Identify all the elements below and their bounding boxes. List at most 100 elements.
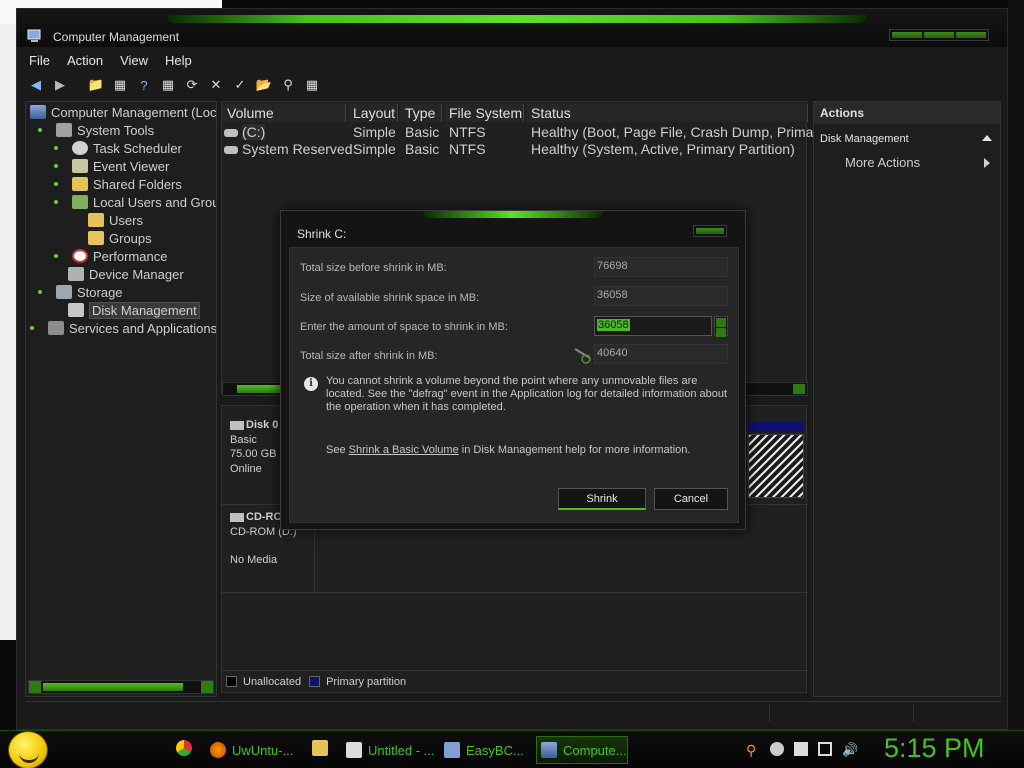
total-after-field: 40640 <box>594 344 728 364</box>
actions-header: Actions <box>814 102 1000 124</box>
table-row[interactable]: (C:) Simple Basic NTFS Healthy (Boot, Pa… <box>222 124 825 141</box>
menu-action[interactable]: Action <box>67 53 103 68</box>
column-header-status[interactable]: Status <box>526 104 808 122</box>
show-hide-tree-icon[interactable]: ▦ <box>111 76 129 94</box>
computer-management-icon <box>541 742 557 758</box>
properties-icon[interactable]: ▦ <box>159 76 177 94</box>
close-button[interactable] <box>956 32 986 38</box>
messenger-icon[interactable] <box>770 742 784 756</box>
tree-item-storage[interactable]: Storage <box>38 283 123 301</box>
dialog-close-button[interactable] <box>693 225 727 237</box>
settings-icon[interactable]: ▦ <box>303 76 321 94</box>
dialog-title: Shrink C: <box>297 227 347 241</box>
primary-partition-bar <box>748 422 804 432</box>
partition-block[interactable] <box>748 434 804 498</box>
tree-item-task-scheduler[interactable]: Task Scheduler <box>54 139 182 157</box>
more-actions-item[interactable]: More Actions <box>814 152 1000 174</box>
back-arrow-icon[interactable]: ◀ <box>27 76 45 94</box>
menu-file[interactable]: File <box>29 53 50 68</box>
chrome-icon[interactable] <box>176 740 192 756</box>
tree-item-disk-management[interactable]: Disk Management <box>68 301 200 319</box>
shrink-dialog: Shrink C: Total size before shrink in MB… <box>280 210 746 530</box>
folder-icon <box>88 231 104 245</box>
taskbar-item-uwuntu[interactable]: UwUntu-... <box>206 736 293 764</box>
available-shrink-field: 36058 <box>594 286 728 306</box>
event-viewer-icon <box>72 159 88 173</box>
tree-item-shared-folders[interactable]: Shared Folders <box>54 175 182 193</box>
actions-pane: Actions Disk Management More Actions <box>813 101 1001 697</box>
disk-icon <box>68 303 84 317</box>
shrink-basic-volume-link[interactable]: Shrink a Basic Volume <box>349 444 459 456</box>
primary-partition-swatch <box>309 676 321 687</box>
column-header-type[interactable]: Type <box>400 104 442 122</box>
help-icon[interactable]: ? <box>135 76 153 94</box>
action-center-flag-icon[interactable] <box>794 742 808 756</box>
firefox-icon <box>210 742 226 758</box>
up-folder-icon[interactable]: 📁 <box>87 76 105 94</box>
device-manager-icon <box>68 267 84 281</box>
check-icon[interactable]: ✓ <box>231 76 249 94</box>
search-icon[interactable]: ⚲ <box>746 742 760 758</box>
tree-item-performance[interactable]: Performance <box>54 247 167 265</box>
tree-item-device-manager[interactable]: Device Manager <box>68 265 184 283</box>
search-icon[interactable]: ⚲ <box>279 76 297 94</box>
users-icon <box>72 195 88 209</box>
taskbar-item-easybcd[interactable]: EasyBC... <box>440 736 524 764</box>
title-bar[interactable]: Computer Management <box>17 9 1007 47</box>
shrink-amount-stepper[interactable] <box>714 316 728 337</box>
volume-icon[interactable]: 🔊 <box>842 742 858 757</box>
column-header-volume[interactable]: Volume <box>222 104 346 122</box>
help-line: See Shrink a Basic Volume in Disk Manage… <box>326 444 691 456</box>
total-after-label: Total size after shrink in MB: <box>300 350 438 362</box>
available-shrink-label: Size of available shrink space in MB: <box>300 292 480 304</box>
shrink-info-text: You cannot shrink a volume beyond the po… <box>326 375 728 413</box>
shared-folders-icon <box>72 177 88 191</box>
network-icon[interactable] <box>818 742 832 756</box>
refresh-icon[interactable]: ⟳ <box>183 76 201 94</box>
total-before-field: 76698 <box>594 257 728 277</box>
forward-arrow-icon[interactable]: ▶ <box>51 76 69 94</box>
maximize-button[interactable] <box>924 32 954 38</box>
cdrom-icon <box>230 512 244 522</box>
menu-view[interactable]: View <box>120 53 148 68</box>
tree-horizontal-scrollbar[interactable] <box>28 680 214 694</box>
tree-item-local-users-groups[interactable]: Local Users and Grou <box>54 193 216 211</box>
drive-icon <box>224 146 238 155</box>
column-header-layout[interactable]: Layout <box>348 104 398 122</box>
minimize-button[interactable] <box>892 32 922 38</box>
taskbar-clock[interactable]: 5:15 PM <box>884 733 985 764</box>
shrink-button[interactable]: Shrink <box>558 488 646 510</box>
actions-section-disk-management[interactable]: Disk Management <box>814 128 1000 150</box>
computer-management-icon <box>30 105 46 119</box>
taskbar-item-computer-management[interactable]: Compute... <box>536 736 628 764</box>
info-icon: i <box>304 377 318 391</box>
delete-icon[interactable]: ✕ <box>207 76 225 94</box>
performance-icon <box>72 249 88 263</box>
tree-item-system-tools[interactable]: System Tools <box>38 121 154 139</box>
shrink-amount-label: Enter the amount of space to shrink in M… <box>300 321 508 333</box>
menu-help[interactable]: Help <box>165 53 192 68</box>
open-folder-icon[interactable]: 📂 <box>255 76 273 94</box>
folder-icon[interactable] <box>312 740 328 756</box>
partition-legend: Unallocated Primary partition <box>222 670 808 692</box>
toolbar: ◀ ▶ 📁 ▦ ? ▦ ⟳ ✕ ✓ 📂 ⚲ ▦ <box>17 73 1007 97</box>
dialog-body: Total size before shrink in MB: 76698 Si… <box>289 247 739 523</box>
tree-item-event-viewer[interactable]: Event Viewer <box>54 157 169 175</box>
window-controls[interactable] <box>889 29 989 41</box>
tree-item-services-applications[interactable]: Services and Applications <box>30 319 216 337</box>
tree-item-computer-management[interactable]: Computer Management (Loc <box>30 103 216 121</box>
start-button-smiley-icon[interactable] <box>8 731 48 768</box>
tree-item-groups[interactable]: Groups <box>88 229 152 247</box>
shrink-amount-input[interactable]: 36058 <box>594 316 712 336</box>
status-bar <box>25 701 1001 723</box>
menu-bar: File Action View Help <box>17 49 1007 71</box>
taskbar-item-untitled[interactable]: Untitled - ... <box>342 736 434 764</box>
busy-cursor-icon <box>574 348 591 364</box>
services-icon <box>48 321 64 335</box>
cancel-button[interactable]: Cancel <box>654 488 728 510</box>
column-header-file-system[interactable]: File System <box>444 104 524 122</box>
table-row[interactable]: System Reserved Simple Basic NTFS Health… <box>222 141 808 158</box>
chevron-right-icon <box>984 158 990 168</box>
disk-0-info[interactable]: Disk 0 Basic 75.00 GB Online <box>230 418 278 476</box>
tree-item-users[interactable]: Users <box>88 211 143 229</box>
